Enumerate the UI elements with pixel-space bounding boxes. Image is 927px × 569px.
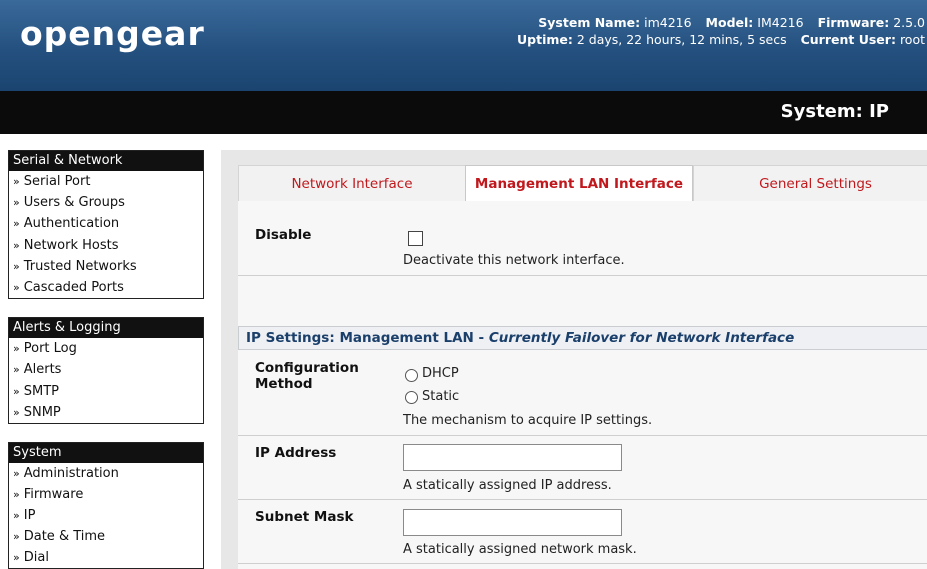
system-name-value: im4216 bbox=[644, 15, 692, 30]
arrow-icon: » bbox=[13, 342, 20, 356]
sidebar-item-network-hosts[interactable]: » Network Hosts bbox=[9, 235, 203, 256]
sidebar-item-serial-port[interactable]: » Serial Port bbox=[9, 171, 203, 192]
current-user-value: root bbox=[899, 32, 925, 47]
divider bbox=[238, 275, 927, 276]
sidebar-item-label: Authentication bbox=[23, 216, 120, 232]
sidebar-item-date-time[interactable]: » Date & Time bbox=[9, 526, 203, 547]
ip-address-input[interactable] bbox=[403, 444, 622, 471]
nav-group-system: System » Administration » Firmware » IP » Da… bbox=[8, 441, 204, 569]
system-info: System Name: im4216 Model: IM4216 Firmwa… bbox=[517, 14, 925, 48]
disable-checkbox[interactable] bbox=[408, 231, 423, 246]
nav-group-title: System bbox=[9, 442, 203, 463]
ip-address-label: IP Address bbox=[255, 445, 337, 461]
arrow-icon: » bbox=[13, 363, 20, 377]
nav-group-alerts-logging: Alerts & Logging » Port Log » Alerts » SMTP… bbox=[8, 317, 204, 424]
system-info-line-2: Uptime: 2 days, 22 hours, 12 mins, 5 sec… bbox=[517, 31, 925, 48]
arrow-icon: » bbox=[13, 466, 20, 480]
sidebar-item-snmp[interactable]: » SNMP bbox=[9, 402, 203, 423]
sidebar-item-ip[interactable]: » IP bbox=[9, 505, 203, 526]
uptime-label: Uptime: bbox=[517, 32, 573, 47]
subnet-mask-hint: A statically assigned network mask. bbox=[403, 542, 637, 557]
page-title: System: IP bbox=[780, 101, 889, 122]
sidebar-item-label: Administration bbox=[23, 465, 119, 481]
sidebar-item-authentication[interactable]: » Authentication bbox=[9, 213, 203, 234]
ip-settings-status: Currently Failover for Network Interface bbox=[488, 330, 795, 346]
sidebar-item-label: SMTP bbox=[23, 383, 59, 399]
divider bbox=[238, 563, 927, 564]
sidebar-item-label: Trusted Networks bbox=[23, 258, 137, 274]
arrow-icon: » bbox=[13, 217, 20, 231]
sidebar-item-cascaded-ports[interactable]: » Cascaded Ports bbox=[9, 277, 203, 298]
tab-general-settings[interactable]: General Settings bbox=[693, 165, 927, 201]
sidebar-item-label: Network Hosts bbox=[23, 237, 119, 253]
arrow-icon: » bbox=[13, 280, 20, 294]
sidebar-item-administration[interactable]: » Administration bbox=[9, 463, 203, 484]
uptime-value: 2 days, 22 hours, 12 mins, 5 secs bbox=[576, 32, 787, 47]
sidebar-item-label: Cascaded Ports bbox=[23, 279, 124, 295]
sidebar-item-trusted-networks[interactable]: » Trusted Networks bbox=[9, 256, 203, 277]
sidebar-item-smtp[interactable]: » SMTP bbox=[9, 381, 203, 402]
tab-bar: Network Interface Management LAN Interfa… bbox=[238, 165, 927, 203]
static-radio-label[interactable]: Static bbox=[422, 389, 459, 404]
divider bbox=[238, 435, 927, 436]
firmware-value: 2.5.0 bbox=[893, 15, 925, 30]
config-method-label-line1: Configuration bbox=[255, 360, 359, 376]
ip-settings-heading-text: IP Settings: Management LAN - bbox=[246, 330, 489, 346]
sidebar-item-dial[interactable]: » Dial bbox=[9, 547, 203, 568]
disable-label: Disable bbox=[255, 227, 312, 243]
arrow-icon: » bbox=[13, 259, 20, 273]
system-name-label: System Name: bbox=[538, 15, 641, 30]
dhcp-radio[interactable] bbox=[405, 369, 418, 382]
sidebar-item-label: Date & Time bbox=[23, 528, 106, 544]
form-panel: Disable Deactivate this network interfac… bbox=[238, 201, 927, 569]
static-radio[interactable] bbox=[405, 391, 418, 404]
nav-group-serial-network: Serial & Network » Serial Port » Users & G… bbox=[8, 150, 204, 300]
sidebar-item-firmware[interactable]: » Firmware bbox=[9, 484, 203, 505]
arrow-icon: » bbox=[13, 550, 20, 564]
sidebar-item-label: Port Log bbox=[23, 341, 77, 357]
arrow-icon: » bbox=[13, 238, 20, 252]
subnet-mask-input[interactable] bbox=[403, 509, 622, 536]
header-bar: opengear System Name: im4216 Model: IM42… bbox=[0, 0, 927, 91]
nav-group-title: Serial & Network bbox=[9, 151, 203, 171]
config-method-hint: The mechanism to acquire IP settings. bbox=[403, 413, 653, 428]
main-content: Network Interface Management LAN Interfa… bbox=[221, 150, 927, 569]
arrow-icon: » bbox=[13, 405, 20, 419]
sidebar-item-label: Firmware bbox=[23, 486, 84, 502]
sidebar-item-alerts[interactable]: » Alerts bbox=[9, 359, 203, 380]
sidebar-item-label: Dial bbox=[23, 549, 49, 565]
arrow-icon: » bbox=[13, 508, 20, 522]
tab-network-interface[interactable]: Network Interface bbox=[238, 165, 466, 201]
sidebar-item-label: IP bbox=[23, 507, 36, 523]
sidebar: Serial & Network » Serial Port » Users & G… bbox=[8, 150, 204, 569]
arrow-icon: » bbox=[13, 487, 20, 501]
firmware-label: Firmware: bbox=[817, 15, 890, 30]
ip-address-hint: A statically assigned IP address. bbox=[403, 478, 612, 493]
model-label: Model: bbox=[705, 15, 754, 30]
sidebar-item-label: Users & Groups bbox=[23, 195, 125, 211]
subnet-mask-label: Subnet Mask bbox=[255, 509, 354, 525]
nav-group-title: Alerts & Logging bbox=[9, 318, 203, 339]
ip-settings-heading: IP Settings: Management LAN - Currently … bbox=[238, 326, 927, 350]
disable-hint: Deactivate this network interface. bbox=[403, 253, 625, 268]
system-info-line-1: System Name: im4216 Model: IM4216 Firmwa… bbox=[517, 14, 925, 31]
config-method-label-line2: Method bbox=[255, 376, 313, 392]
title-bar: System: IP bbox=[0, 91, 927, 134]
sidebar-item-label: SNMP bbox=[23, 404, 61, 420]
sidebar-item-label: Serial Port bbox=[23, 174, 91, 189]
model-value: IM4216 bbox=[757, 15, 804, 30]
tab-management-lan-interface[interactable]: Management LAN Interface bbox=[465, 165, 693, 203]
arrow-icon: » bbox=[13, 529, 20, 543]
arrow-icon: » bbox=[13, 175, 20, 188]
arrow-icon: » bbox=[13, 384, 20, 398]
divider bbox=[238, 499, 927, 500]
dhcp-radio-label[interactable]: DHCP bbox=[422, 366, 459, 381]
sidebar-item-users-groups[interactable]: » Users & Groups bbox=[9, 192, 203, 213]
sidebar-item-port-log[interactable]: » Port Log bbox=[9, 338, 203, 359]
opengear-logo[interactable]: opengear bbox=[20, 14, 205, 53]
arrow-icon: » bbox=[13, 196, 20, 210]
sidebar-item-label: Alerts bbox=[23, 362, 62, 378]
current-user-label: Current User: bbox=[800, 32, 896, 47]
